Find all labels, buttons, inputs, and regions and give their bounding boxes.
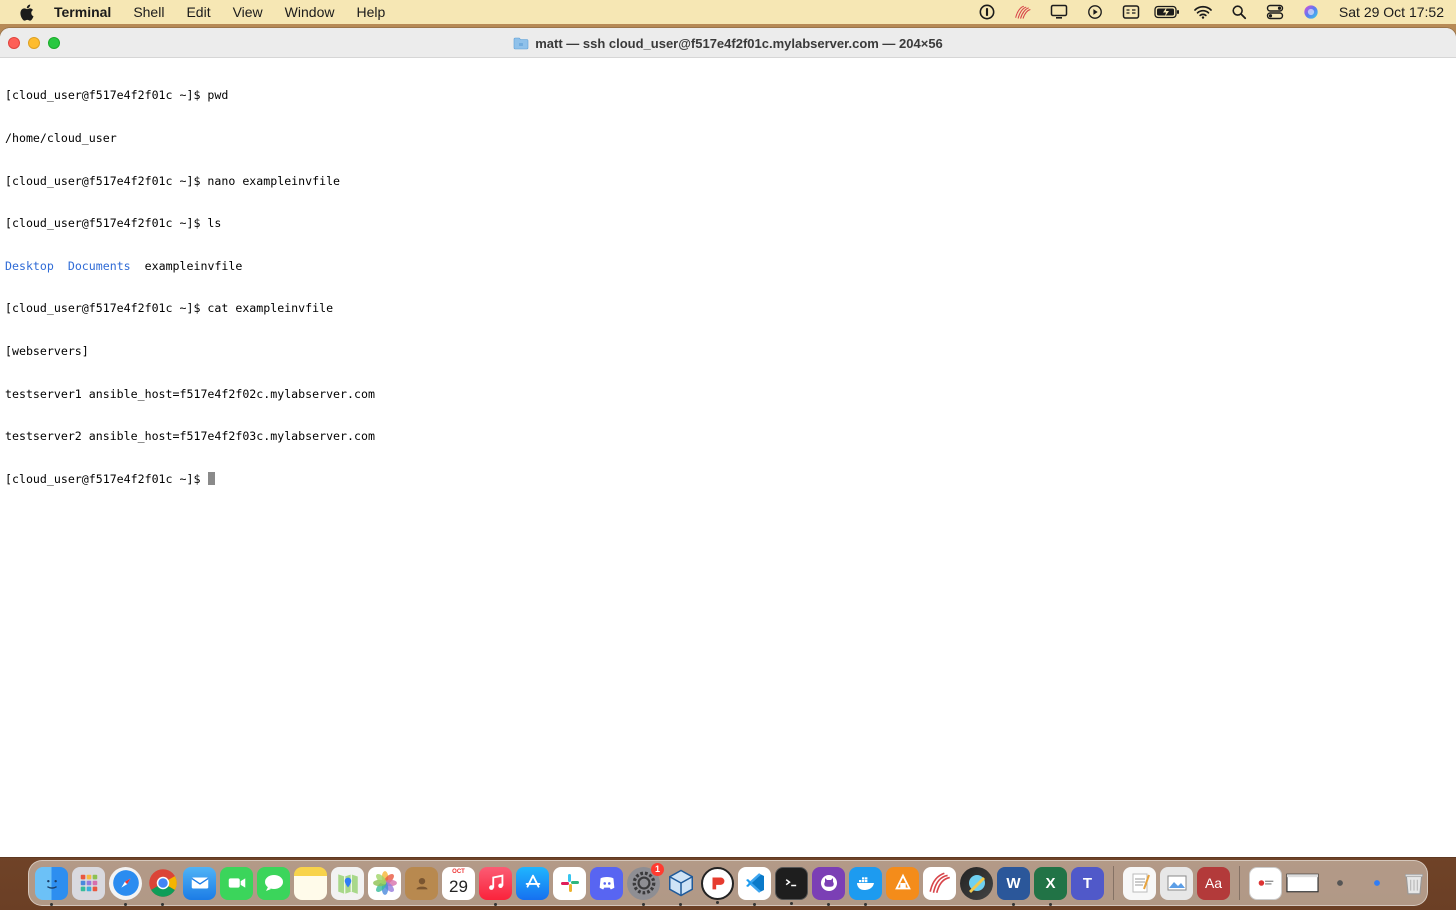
siri-icon[interactable] — [1293, 0, 1329, 24]
pdf-expert-icon[interactable] — [701, 866, 734, 904]
sublime-merge-icon[interactable] — [886, 866, 919, 900]
preview-icon[interactable] — [1160, 866, 1193, 900]
wave-icon[interactable] — [923, 866, 956, 900]
window-title: matt — ssh cloud_user@f517e4f2f01c.mylab… — [0, 28, 1456, 58]
messages-icon[interactable] — [257, 866, 290, 900]
terminal-line: [cloud_user@f517e4f2f01c ~]$ pwd — [5, 88, 229, 103]
ls-file-exampleinvfile: exampleinvfile — [144, 258, 243, 273]
menu-window[interactable]: Window — [274, 0, 346, 24]
control-center-icon[interactable] — [1257, 0, 1293, 24]
system-settings-icon[interactable]: 1 — [627, 862, 664, 906]
textedit-icon[interactable] — [1123, 866, 1156, 900]
terminal-cursor — [208, 471, 216, 485]
safari-icon[interactable] — [109, 866, 142, 906]
dictionary-label: Aa — [1204, 875, 1223, 891]
ls-directory-desktop: Desktop — [5, 258, 54, 273]
terminal-window: matt — ssh cloud_user@f517e4f2f01c.mylab… — [0, 28, 1456, 857]
discord-icon[interactable] — [590, 866, 623, 900]
terminal-line: [cloud_user@f517e4f2f01c ~]$ nano exampl… — [5, 173, 341, 188]
folder-icon — [513, 37, 529, 49]
document-thumbnail-icon[interactable] — [1249, 866, 1282, 900]
search-icon[interactable] — [1221, 0, 1257, 24]
1password-icon[interactable] — [969, 0, 1005, 24]
github-desktop-icon[interactable] — [812, 866, 845, 906]
menu-shell[interactable]: Shell — [122, 0, 175, 24]
terminal-line: [cloud_user@f517e4f2f01c ~]$ ls — [5, 216, 222, 231]
photos-icon[interactable] — [368, 866, 401, 900]
calendar-icon[interactable]: OCT 29 — [442, 866, 475, 900]
dictionary-icon[interactable]: Aa — [1197, 866, 1230, 900]
notes-icon[interactable] — [294, 866, 327, 900]
terminal-line: [cloud_user@f517e4f2f01c ~]$ cat example… — [5, 301, 334, 316]
wave-app-icon[interactable] — [1005, 0, 1041, 24]
terminal-line: testserver1 ansible_host=f517e4f2f02c.my… — [5, 386, 375, 401]
docker-icon[interactable] — [849, 866, 882, 906]
word-icon[interactable]: W — [997, 866, 1030, 906]
mail-icon[interactable] — [183, 866, 216, 900]
slack-icon[interactable] — [553, 866, 586, 900]
terminal-icon[interactable] — [775, 866, 808, 905]
excel-icon[interactable]: X — [1034, 866, 1067, 906]
vscode-icon[interactable] — [738, 866, 771, 906]
launchpad-icon[interactable] — [72, 866, 105, 900]
trash-icon[interactable] — [1397, 867, 1430, 900]
terminal-line: testserver2 ansible_host=f517e4f2f03c.my… — [5, 429, 375, 444]
terminal-prompt: [cloud_user@f517e4f2f01c ~]$ — [5, 471, 208, 486]
facetime-icon[interactable] — [220, 866, 253, 900]
app-menu-terminal[interactable]: Terminal — [52, 0, 122, 24]
menu-help[interactable]: Help — [345, 0, 396, 24]
finder-icon[interactable] — [35, 866, 68, 906]
terminal-line: /home/cloud_user — [5, 131, 117, 145]
menu-view[interactable]: View — [222, 0, 274, 24]
app-store-icon[interactable] — [516, 866, 549, 900]
keyboard-input-icon[interactable] — [1113, 0, 1149, 24]
recent-stack-icon[interactable] — [1360, 867, 1393, 900]
terminal-prompt-line[interactable]: [cloud_user@f517e4f2f01c ~]$ — [5, 471, 1451, 486]
battery-charging-icon[interactable] — [1149, 0, 1185, 24]
dock: OCT 29 1 W X T Aa — [28, 860, 1428, 906]
music-icon[interactable] — [479, 866, 512, 906]
ls-directory-documents: Documents — [67, 258, 131, 273]
window-title-text: matt — ssh cloud_user@f517e4f2f01c.mylab… — [535, 35, 943, 51]
play-icon[interactable] — [1077, 0, 1113, 24]
display-icon[interactable] — [1041, 0, 1077, 24]
dock-separator — [1113, 866, 1114, 900]
settings-badge: 1 — [651, 862, 664, 876]
ls-output-line: Desktop Documents exampleinvfile — [5, 259, 1451, 273]
downloads-stack-icon[interactable] — [1323, 867, 1356, 900]
apple-menu-icon[interactable] — [0, 4, 52, 21]
window-thumbnail-icon[interactable] — [1286, 867, 1319, 900]
terminal-line: [webservers] — [5, 343, 89, 358]
dock-separator — [1239, 866, 1240, 900]
calendar-month: OCT — [452, 868, 465, 875]
chrome-icon[interactable] — [146, 867, 179, 906]
menu-bar-clock[interactable]: Sat 29 Oct 17:52 — [1339, 4, 1444, 20]
terminal-output[interactable]: [cloud_user@f517e4f2f01c ~]$ pwd /home/c… — [0, 58, 1456, 516]
pixelmator-icon[interactable] — [960, 866, 993, 900]
calendar-day: 29 — [449, 877, 468, 896]
teams-icon[interactable]: T — [1071, 866, 1104, 900]
window-titlebar[interactable]: matt — ssh cloud_user@f517e4f2f01c.mylab… — [0, 28, 1456, 58]
menu-edit[interactable]: Edit — [175, 0, 221, 24]
maps-icon[interactable] — [331, 866, 364, 900]
virtualbox-icon[interactable] — [664, 867, 697, 906]
contacts-icon[interactable] — [405, 866, 438, 900]
menu-bar: Terminal Shell Edit View Window Help Sat… — [0, 0, 1456, 24]
wifi-icon[interactable] — [1185, 0, 1221, 24]
